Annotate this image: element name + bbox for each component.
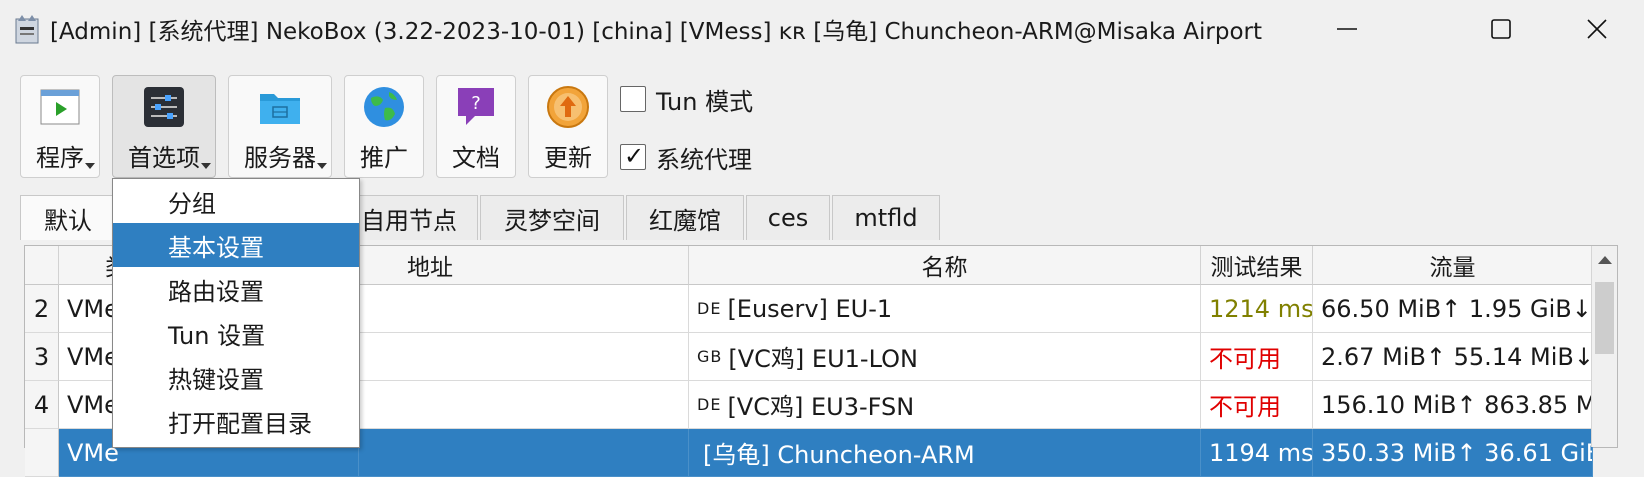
- menu-item-tun-settings[interactable]: Tun 设置: [113, 311, 359, 355]
- checkmark-icon: ✓: [624, 142, 645, 170]
- tun-mode-checkbox[interactable]: Tun 模式: [620, 84, 754, 116]
- dropdown-arrow-icon: [317, 163, 327, 169]
- header-address[interactable]: 地址: [359, 246, 689, 285]
- vertical-scrollbar[interactable]: [1591, 246, 1617, 447]
- promote-label: 推广: [360, 144, 408, 172]
- server-label: 服务器: [244, 144, 316, 172]
- tab-mtfld[interactable]: mtfld: [832, 195, 940, 240]
- header-traffic[interactable]: 流量: [1313, 246, 1593, 285]
- svg-text:?: ?: [471, 93, 481, 114]
- country-flag: GB: [697, 347, 723, 366]
- tab-reimu-space[interactable]: 灵梦空间: [480, 195, 624, 240]
- menu-item-groups[interactable]: 分组: [113, 179, 359, 223]
- row-number: 4: [25, 381, 59, 429]
- tun-mode-label: Tun 模式: [656, 87, 754, 116]
- cell-traffic[interactable]: 156.10 MiB↑ 863.85 MiB↓: [1313, 381, 1593, 429]
- cell-address[interactable]: [359, 333, 689, 381]
- menu-item-basic-settings[interactable]: 基本设置: [113, 223, 359, 267]
- cell-traffic[interactable]: 2.67 MiB↑ 55.14 MiB↓: [1313, 333, 1593, 381]
- preferences-label: 首选项: [128, 144, 200, 172]
- preferences-icon: [144, 87, 184, 127]
- cell-address[interactable]: [359, 285, 689, 333]
- tab-ces[interactable]: ces: [746, 195, 830, 240]
- row-number: [25, 429, 59, 477]
- dropdown-arrow-icon: [85, 163, 95, 169]
- program-button[interactable]: 程序: [20, 75, 100, 178]
- menu-item-hotkey-settings[interactable]: 热键设置: [113, 355, 359, 399]
- cell-address[interactable]: [359, 381, 689, 429]
- header-name[interactable]: 名称: [689, 246, 1201, 285]
- preferences-menu: 分组 基本设置 路由设置 Tun 设置 热键设置 打开配置目录: [112, 178, 360, 448]
- tab-default[interactable]: 默认: [20, 195, 116, 240]
- tab-scarlet-mansion[interactable]: 红魔馆: [626, 195, 744, 240]
- maximize-icon: [1491, 19, 1511, 39]
- window-title: [Admin] [系统代理] NekoBox (3.22-2023-10-01)…: [50, 19, 1263, 45]
- server-button[interactable]: 服务器: [228, 75, 332, 178]
- cell-test-result[interactable]: 不可用: [1201, 333, 1313, 381]
- menu-item-open-config-dir[interactable]: 打开配置目录: [113, 399, 359, 443]
- update-button[interactable]: 更新: [528, 75, 608, 178]
- country-flag: DE: [697, 395, 722, 414]
- neko-icon: [15, 15, 39, 44]
- scroll-up-arrow-icon[interactable]: [1598, 256, 1612, 264]
- cell-name[interactable]: GB [VC鸡] EU1-LON: [689, 333, 1201, 381]
- cell-name[interactable]: DE [VC鸡] EU3-FSN: [689, 381, 1201, 429]
- tun-mode-box[interactable]: [620, 86, 646, 112]
- country-flag: DE: [697, 299, 722, 318]
- maximize-button[interactable]: [1464, 0, 1538, 58]
- menu-item-route-settings[interactable]: 路由设置: [113, 267, 359, 311]
- tab-self-nodes[interactable]: 自用节点: [340, 195, 478, 240]
- dropdown-arrow-icon: [201, 163, 211, 169]
- docs-label: 文档: [452, 144, 500, 172]
- minimize-icon: [1337, 28, 1357, 30]
- globe-icon: [364, 87, 404, 127]
- preferences-button[interactable]: 首选项: [112, 75, 216, 178]
- system-proxy-box[interactable]: ✓: [620, 142, 646, 170]
- cell-test-result[interactable]: 1194 ms: [1201, 429, 1313, 477]
- update-icon: [547, 86, 589, 128]
- cell-name[interactable]: DE [Euserv] EU-1: [689, 285, 1201, 333]
- minimize-button[interactable]: [1310, 0, 1384, 58]
- header-corner: [25, 246, 59, 285]
- update-label: 更新: [544, 144, 592, 172]
- cell-name[interactable]: [乌龟] Chuncheon-ARM: [689, 429, 1201, 477]
- system-proxy-label: 系统代理: [656, 145, 752, 174]
- system-proxy-checkbox[interactable]: ✓ 系统代理: [620, 142, 752, 174]
- cell-traffic[interactable]: 66.50 MiB↑ 1.95 GiB↓: [1313, 285, 1593, 333]
- row-number: 2: [25, 285, 59, 333]
- docs-button[interactable]: ? 文档: [436, 75, 516, 178]
- close-icon: [1587, 19, 1607, 39]
- row-number: 3: [25, 333, 59, 381]
- program-icon: [40, 89, 80, 125]
- cell-traffic[interactable]: 350.33 MiB↑ 36.61 GiB↓: [1313, 429, 1593, 477]
- header-test-result[interactable]: 测试结果: [1201, 246, 1313, 285]
- cell-test-result[interactable]: 1214 ms: [1201, 285, 1313, 333]
- title-bar: [Admin] [系统代理] NekoBox (3.22-2023-10-01)…: [0, 0, 1644, 58]
- cell-test-result[interactable]: 不可用: [1201, 381, 1313, 429]
- close-button[interactable]: [1560, 0, 1634, 58]
- cell-address[interactable]: [359, 429, 689, 477]
- server-folder-icon: [260, 94, 300, 124]
- scrollbar-thumb[interactable]: [1595, 282, 1614, 354]
- help-document-icon: ?: [458, 88, 494, 125]
- promote-button[interactable]: 推广: [344, 75, 424, 178]
